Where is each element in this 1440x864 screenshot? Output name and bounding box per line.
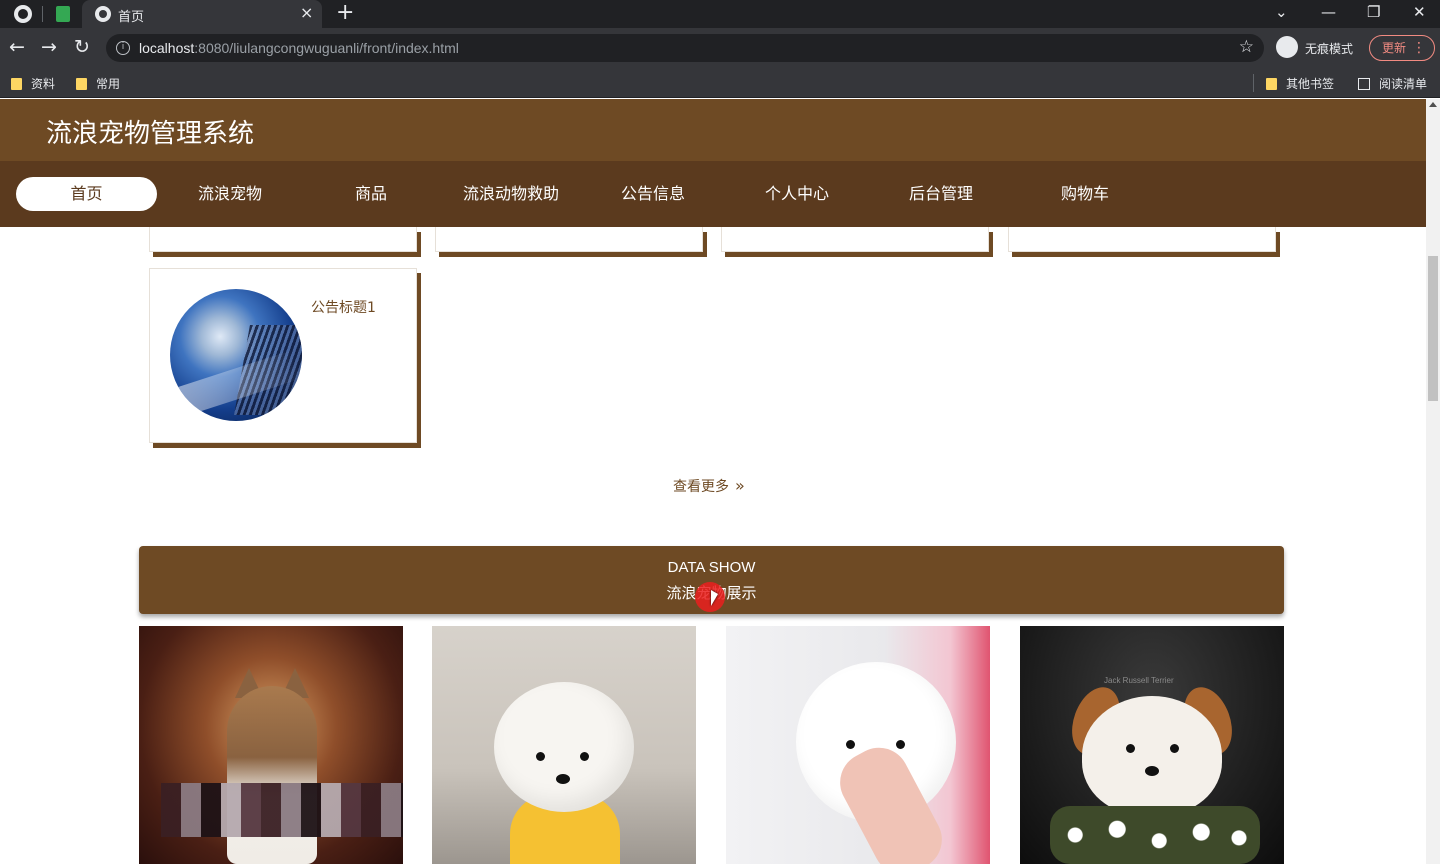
- news-card-partial[interactable]: [721, 227, 989, 252]
- pet-card-terrier[interactable]: Jack Russell Terrier: [1020, 626, 1284, 864]
- tab-close-icon[interactable]: ×: [300, 3, 313, 23]
- dog-nose: [556, 774, 570, 784]
- dog-eye: [1170, 744, 1179, 753]
- nav-item-animal-rescue[interactable]: 流浪动物救助: [451, 177, 571, 211]
- reading-list-icon: [1358, 78, 1370, 90]
- new-tab-plus-icon[interactable]: +: [336, 0, 354, 26]
- bookmark-separator: [1253, 74, 1254, 92]
- minimize-icon[interactable]: —: [1321, 2, 1336, 22]
- click-indicator: [695, 582, 725, 612]
- nav-item-user-center[interactable]: 个人中心: [742, 177, 852, 211]
- address-bar-row: ← → ↻ i localhost:8080/liulangcongwuguan…: [0, 28, 1440, 68]
- site-info-icon[interactable]: i: [116, 41, 130, 55]
- reading-list[interactable]: 阅读清单: [1358, 75, 1427, 92]
- reload-icon[interactable]: ↻: [74, 37, 90, 57]
- news-thumbnail-globe-image: [170, 289, 302, 421]
- news-card-partial[interactable]: [435, 227, 703, 252]
- nav-item-admin[interactable]: 后台管理: [886, 177, 996, 211]
- view-more-label: 查看更多: [673, 479, 729, 495]
- url-path: :8080/liulangcongwuguanli/front/index.ht…: [194, 40, 459, 56]
- folder-icon: [76, 78, 87, 90]
- bookmark-label: 其他书签: [1286, 77, 1335, 91]
- dog-nose: [1145, 766, 1159, 776]
- folder-icon: [11, 78, 22, 90]
- folder-icon: [1266, 78, 1277, 90]
- bookmark-folder-ziliao[interactable]: 资料: [11, 75, 55, 92]
- news-card-partial[interactable]: [149, 227, 417, 252]
- incognito-icon[interactable]: [1276, 36, 1298, 58]
- scrollbar-thumb[interactable]: [1428, 256, 1438, 401]
- back-arrow-icon[interactable]: ←: [9, 37, 25, 57]
- omnibox[interactable]: i localhost:8080/liulangcongwuguanli/fro…: [106, 34, 1264, 62]
- view-more-link[interactable]: 查看更多 »: [673, 476, 745, 496]
- tab-separator: [42, 6, 43, 22]
- site-header: 流浪宠物管理系统: [0, 99, 1426, 161]
- tab-title: 首页: [118, 9, 145, 24]
- browser-tab-active[interactable]: 首页 ×: [82, 0, 322, 28]
- dog-eye: [536, 752, 545, 761]
- incognito-label: 无痕模式: [1305, 42, 1354, 56]
- cat-image-part: [227, 686, 317, 864]
- forward-arrow-icon[interactable]: →: [41, 37, 57, 57]
- nav-item-stray-pets[interactable]: 流浪宠物: [175, 177, 285, 211]
- mosaic-overlay: [161, 783, 403, 837]
- bookmark-label: 常用: [96, 77, 121, 91]
- page-viewport: 流浪宠物管理系统 首页 流浪宠物 商品 流浪动物救助 公告信息 个人中心 后台管…: [0, 99, 1440, 864]
- bookmarks-bar: 资料 常用 其他书签 阅读清单: [0, 68, 1440, 98]
- close-window-icon[interactable]: ✕: [1413, 2, 1426, 22]
- image-watermark-text: Jack Russell Terrier: [1104, 676, 1174, 685]
- restore-icon[interactable]: ❐: [1367, 2, 1380, 22]
- pet-card-white-puppy[interactable]: [726, 626, 990, 864]
- news-card-partial[interactable]: [1008, 227, 1276, 252]
- dog-eye: [846, 740, 855, 749]
- bookmark-star-icon[interactable]: ☆: [1239, 37, 1254, 57]
- browser-tab-strip: 首页 × + ⌄ — ❐ ✕: [0, 0, 1440, 28]
- dog-eye: [580, 752, 589, 761]
- bookmark-folder-other[interactable]: 其他书签: [1266, 75, 1334, 92]
- nav-item-home[interactable]: 首页: [16, 177, 157, 211]
- main-nav: 首页 流浪宠物 商品 流浪动物救助 公告信息 个人中心 后台管理 购物车: [0, 161, 1426, 227]
- section-title-english: DATA SHOW: [667, 559, 756, 576]
- dog-eye: [1126, 744, 1135, 753]
- update-button[interactable]: 更新 ⋮: [1369, 35, 1435, 61]
- flower-wreath-image-part: [1050, 806, 1260, 864]
- news-card-title[interactable]: 公告标题1: [311, 297, 376, 317]
- news-card[interactable]: 公告标题1: [149, 268, 417, 443]
- pinned-tab-icon[interactable]: [56, 6, 70, 22]
- tab-search-chevron-icon[interactable]: ⌄: [1275, 2, 1288, 22]
- tab-favicon-globe-icon: [95, 6, 111, 22]
- nav-item-products[interactable]: 商品: [316, 177, 426, 211]
- url-host: localhost: [139, 40, 195, 56]
- nav-item-cart[interactable]: 购物车: [1030, 177, 1140, 211]
- pet-card-dog-yellow-shirt[interactable]: [432, 626, 696, 864]
- update-label: 更新: [1382, 41, 1407, 55]
- dog-image-part: [494, 682, 634, 812]
- url-text[interactable]: localhost:8080/liulangcongwuguanli/front…: [139, 40, 459, 56]
- dog-eye: [896, 740, 905, 749]
- nav-item-announcements[interactable]: 公告信息: [598, 177, 708, 211]
- browser-menu-globe-icon[interactable]: [14, 5, 32, 23]
- pet-card-cat[interactable]: [139, 626, 403, 864]
- dog-image-part: [1082, 696, 1222, 816]
- menu-dots-icon[interactable]: ⋮: [1412, 36, 1426, 60]
- reading-list-label: 阅读清单: [1379, 77, 1428, 91]
- bookmark-label: 资料: [31, 77, 56, 91]
- mouse-cursor-icon: [711, 590, 718, 606]
- bookmark-folder-changyong[interactable]: 常用: [76, 75, 120, 92]
- scroll-up-arrow-icon[interactable]: [1429, 102, 1437, 107]
- double-chevron-right-icon: »: [735, 476, 745, 495]
- page-scrollbar[interactable]: [1426, 99, 1440, 864]
- site-title: 流浪宠物管理系统: [46, 119, 255, 149]
